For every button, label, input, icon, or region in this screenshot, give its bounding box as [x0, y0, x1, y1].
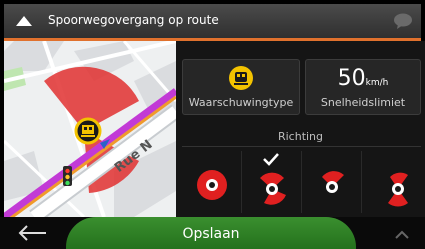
train-icon: [229, 66, 253, 90]
direction-option-both[interactable]: [362, 151, 421, 213]
direction-heading: Richting: [277, 130, 324, 143]
direction-option-backward[interactable]: [302, 151, 362, 213]
direction-option-forward[interactable]: [242, 151, 302, 213]
speed-limit-tile[interactable]: 50km/h Snelheidslimiet: [305, 59, 421, 115]
chevron-up-small-icon[interactable]: [387, 225, 417, 243]
back-arrow-icon[interactable]: [14, 223, 50, 243]
both-directions-icon: [388, 172, 408, 207]
collapse-button[interactable]: [4, 4, 44, 38]
speed-limit-value: 50km/h: [337, 66, 389, 91]
direction-option-all[interactable]: [182, 151, 242, 213]
map-view[interactable]: Rue N: [4, 41, 176, 217]
speed-limit-label: Snelheidslimiet: [320, 96, 406, 109]
title-bar: Spoorwegovergang op route: [4, 4, 421, 41]
settings-panel: Waarschuwingtype 50km/h Snelheidslimiet …: [176, 41, 425, 217]
page-title: Spoorwegovergang op route: [48, 13, 219, 27]
speech-bubble-icon[interactable]: [393, 12, 413, 30]
warning-type-tile[interactable]: Waarschuwingtype: [182, 59, 300, 115]
chevron-up-icon: [16, 16, 32, 26]
speed-unit: km/h: [365, 78, 389, 88]
warning-settings-screen: Spoorwegovergang op route Rue N Waarschu…: [0, 0, 425, 249]
backward-direction-icon: [322, 171, 344, 193]
bottom-bar: Opslaan: [0, 217, 425, 249]
all-directions-icon: [197, 170, 227, 200]
forward-direction-icon: [260, 153, 286, 205]
map-canvas: [4, 41, 176, 217]
checkmark-icon: [263, 153, 279, 166]
save-button[interactable]: Opslaan: [66, 217, 356, 249]
warning-type-label: Waarschuwingtype: [188, 96, 294, 109]
direction-divider: [182, 146, 421, 147]
